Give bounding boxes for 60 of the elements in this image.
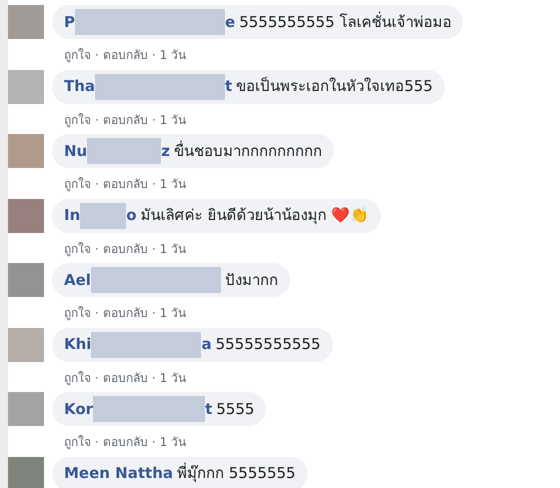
action-link[interactable]: ตอบกลับ <box>102 110 148 128</box>
action-link[interactable]: ถูกใจ <box>64 240 91 258</box>
action-link[interactable]: ตอบกลับ <box>102 240 148 258</box>
timestamp: 1 วัน <box>160 434 186 451</box>
avatar[interactable] <box>8 198 44 232</box>
comment-text: ปังมากก <box>224 270 278 291</box>
author-name[interactable]: Ael <box>64 267 221 293</box>
action-link[interactable]: ตอบกลับ <box>102 433 148 451</box>
avatar[interactable] <box>8 456 44 488</box>
timestamp: 1 วัน <box>160 176 186 193</box>
avatar[interactable] <box>8 70 44 104</box>
action-link[interactable]: ถูกใจ <box>64 175 91 193</box>
separator-dot: · <box>95 305 99 322</box>
action-link[interactable]: ถูกใจ <box>64 368 91 386</box>
avatar[interactable] <box>8 263 44 297</box>
separator-dot: · <box>95 370 99 386</box>
author-name[interactable]: In o <box>64 202 137 228</box>
redaction-mark <box>80 202 126 228</box>
timestamp: 1 วัน <box>160 112 186 128</box>
action-link[interactable]: ตอบกลับ <box>102 304 148 322</box>
timestamp: 1 วัน <box>160 47 186 64</box>
author-name[interactable]: Kor t <box>64 396 212 422</box>
action-link[interactable]: ถูกใจ <box>64 304 91 322</box>
separator-dot: · <box>152 305 156 322</box>
separator-dot: · <box>95 176 99 193</box>
separator-dot: · <box>152 176 156 193</box>
avatar[interactable] <box>8 328 44 362</box>
comment-text: 5555555555 โลเคชั่นเจ้าพ่อมอ <box>239 10 452 33</box>
action-link[interactable]: ตอบกลับ <box>102 46 148 64</box>
action-link[interactable]: ถูกใจ <box>64 110 91 128</box>
author-name[interactable]: Tha t <box>64 74 232 100</box>
separator-dot: · <box>95 112 99 128</box>
comment-text: มันเลิศค่ะ ยินดีด้วยน้าน้องมุก ❤👏 <box>140 205 370 226</box>
comment-text: พี่มุ๊กกก 5555555 <box>177 462 296 484</box>
action-link[interactable]: ตอบกลับ <box>102 368 148 386</box>
avatar[interactable] <box>8 392 44 426</box>
comment-text: 5555 <box>216 398 254 420</box>
separator-dot: · <box>95 47 99 64</box>
comment-text: ขื่นชอบมากกกกกกกกก <box>174 140 322 162</box>
separator-dot: · <box>152 434 156 451</box>
author-name[interactable]: Nu z <box>64 138 170 164</box>
separator-dot: · <box>152 47 156 64</box>
separator-dot: · <box>95 240 99 258</box>
action-link[interactable]: ถูกใจ <box>64 433 91 451</box>
avatar[interactable] <box>8 5 44 39</box>
author-name[interactable]: Khi a <box>64 332 212 358</box>
comment-text: ขอเป็นพระเอกในหัวใจเทอ555 <box>236 76 433 98</box>
avatar[interactable] <box>8 134 44 168</box>
action-link[interactable]: ตอบกลับ <box>102 175 148 193</box>
separator-dot: · <box>152 370 156 386</box>
comment-text: 55555555555 <box>216 334 321 356</box>
action-link[interactable]: ถูกใจ <box>64 46 91 64</box>
author-name[interactable]: Meen Nattha <box>64 462 173 485</box>
author-name[interactable]: P e <box>64 9 236 35</box>
timestamp: 1 วัน <box>160 305 186 322</box>
timestamp: 1 วัน <box>160 240 186 258</box>
timestamp: 1 วัน <box>160 370 186 386</box>
separator-dot: · <box>95 434 99 451</box>
separator-dot: · <box>152 240 156 258</box>
separator-dot: · <box>152 112 156 128</box>
